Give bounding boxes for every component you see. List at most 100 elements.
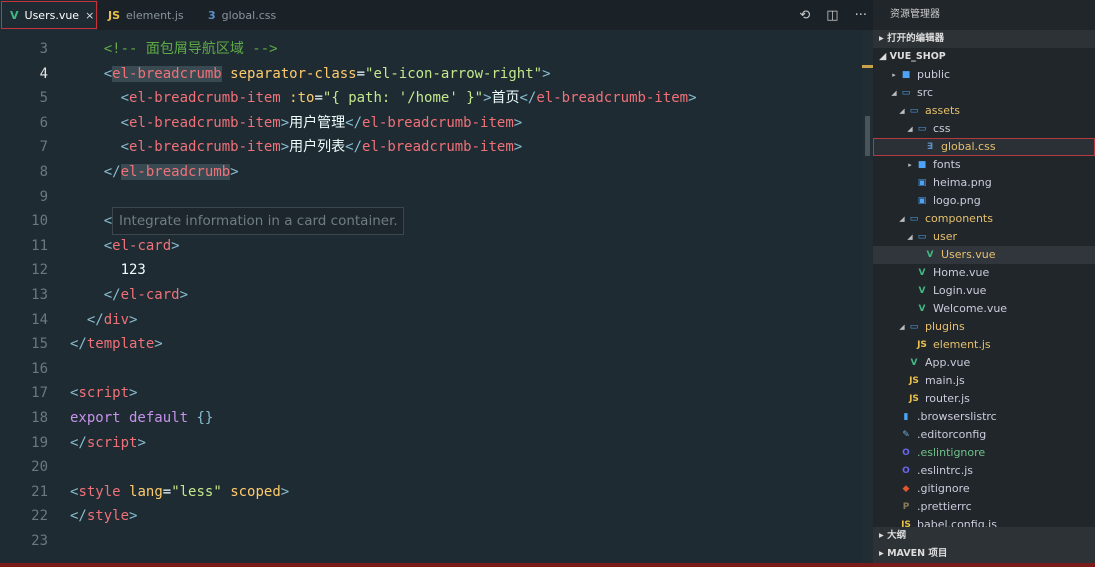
code-token: < — [103, 65, 113, 82]
tab-label: global.css — [221, 8, 277, 22]
code-token: </ — [103, 164, 121, 180]
file-tree-item[interactable]: ◢ ▭ plugins — [873, 318, 1095, 336]
file-tree-item[interactable]: P .prettierrc — [873, 498, 1095, 516]
file-tree-item[interactable]: ◢ ▭ css — [873, 120, 1095, 138]
code-token: el-breadcrumb-item — [129, 139, 281, 156]
scrollbar-thumb[interactable] — [865, 116, 870, 156]
tab-global-css[interactable]: 3 global.css — [198, 0, 298, 30]
code-line: 21 <style lang="less" scoped> — [0, 480, 860, 504]
file-tree-item[interactable]: V Welcome.vue — [873, 300, 1095, 318]
file-tree-item[interactable]: O .eslintrc.js — [873, 462, 1095, 480]
code-token: > — [280, 114, 290, 131]
code-text: <!-- 面包屑导航区域 --> — [104, 37, 278, 61]
file-tree-item[interactable]: ▣ heima.png — [873, 174, 1095, 192]
code-editor[interactable]: 3 <!-- 面包屑导航区域 --> 4 <el-breadcrumb separat… — [0, 30, 862, 563]
file-tree-item[interactable]: JS router.js — [873, 390, 1095, 408]
code-token: > — [513, 139, 523, 156]
file-tree-item[interactable]: V Login.vue — [873, 282, 1095, 300]
code-token: "{ path: '/home' }" — [322, 90, 484, 107]
open-editors-section[interactable]: ▸ 打开的编辑器 — [873, 30, 1095, 48]
file-tree-item[interactable]: ▮ .browserslistrc — [873, 408, 1095, 426]
file-tree-item[interactable]: V App.vue — [873, 354, 1095, 372]
vue-icon: V — [910, 358, 918, 368]
line-number: 3 — [39, 41, 48, 57]
code-token: <!-- 面包屑导航区域 --> — [103, 41, 278, 57]
line-number: 17 — [31, 385, 48, 402]
line-number: 21 — [31, 483, 48, 500]
file-name: heima.png — [933, 176, 992, 189]
file-tree-item[interactable]: ▸ ■ public — [873, 66, 1095, 84]
file-name: .gitignore — [917, 482, 970, 495]
hover-tooltip: Integrate information in a card containe… — [112, 207, 404, 235]
file-tree-item[interactable]: ▸ ■ fonts — [873, 156, 1095, 174]
vue-icon: V — [926, 250, 934, 260]
file-name: public — [917, 68, 951, 81]
code-line: 4 <el-breadcrumb separator-class="el-icon… — [0, 62, 860, 86]
file-name: router.js — [925, 392, 970, 405]
project-section[interactable]: ◢ VUE_SHOP — [873, 48, 1095, 66]
tab-users-vue[interactable]: V Users.vue × — [0, 0, 98, 30]
prettier-icon: P — [902, 502, 910, 512]
tab-element-js[interactable]: JS element.js — [98, 0, 198, 30]
file-tree-item[interactable]: V Home.vue — [873, 264, 1095, 282]
file-tree-item[interactable]: ◆ .gitignore — [873, 480, 1095, 498]
code-token: </ — [519, 90, 537, 107]
file-tree-item[interactable]: O .eslintignore — [873, 444, 1095, 462]
file-tree-item[interactable]: ▣ logo.png — [873, 192, 1095, 210]
more-actions-icon[interactable]: ··· — [855, 8, 867, 23]
split-editor-icon[interactable]: ◫ — [826, 8, 838, 23]
editor-scrollbar[interactable] — [862, 30, 873, 563]
file-tree-item[interactable]: ◢ ▭ src — [873, 84, 1095, 102]
code-text: < — [104, 209, 112, 233]
tab-label: element.js — [126, 8, 184, 22]
file-type-icon: 3 — [208, 8, 216, 22]
file-tree-item[interactable]: V Users.vue — [873, 246, 1095, 264]
file-tree-item[interactable]: ◢ ▭ user — [873, 228, 1095, 246]
close-tab-icon[interactable]: × — [85, 9, 94, 22]
file-name: logo.png — [933, 194, 981, 207]
code-text: </style> — [70, 504, 137, 528]
code-line: 5 <el-breadcrumb-item :to="{ path: '/home… — [0, 86, 860, 110]
code-token: = — [314, 90, 323, 107]
code-token: </ — [70, 336, 87, 353]
folder-open-icon: ▭ — [901, 88, 911, 98]
line-number: 6 — [39, 114, 48, 131]
code-token: > — [129, 311, 138, 328]
code-line: 20 — [0, 455, 860, 479]
code-token: lang — [129, 483, 163, 500]
explorer-sidebar: 资源管理器 ▸ 打开的编辑器 ◢ VUE_SHOP ▸ ■ public ◢ ▭ src ◢… — [873, 0, 1095, 563]
code-token: scoped — [230, 483, 281, 500]
open-editors-label: 打开的编辑器 — [887, 33, 945, 44]
file-name: Welcome.vue — [933, 302, 1008, 315]
file-tree-item[interactable]: ◢ ▭ components — [873, 210, 1095, 228]
code-text: <el-breadcrumb-item>用户列表</el-breadcrumb-… — [121, 135, 523, 159]
code-token: 用户管理 — [289, 114, 346, 131]
code-token: > — [513, 114, 523, 131]
file-name: element.js — [933, 338, 991, 351]
code-token: > — [179, 287, 189, 303]
file-name: .prettierrc — [917, 500, 972, 513]
file-tree-item[interactable]: ✎ .editorconfig — [873, 426, 1095, 444]
maven-section[interactable]: ▸ MAVEN 项目 — [873, 545, 1095, 563]
file-tree-item[interactable]: JS element.js — [873, 336, 1095, 354]
code-token: style — [78, 483, 121, 500]
code-token: el-card — [120, 287, 180, 303]
file-tree-item[interactable]: ◢ ▭ assets — [873, 102, 1095, 120]
outline-section[interactable]: ▸ 大纲 — [873, 527, 1095, 545]
code-token: el-card — [112, 237, 172, 254]
vue-icon: V — [918, 286, 926, 296]
file-tree: ▸ ■ public ◢ ▭ src ◢ ▭ assets ◢ ▭ css ∃ global.css ▸ ■ f… — [873, 66, 1095, 528]
folder-open-icon: ▭ — [909, 322, 919, 332]
file-tree-item[interactable]: ∃ global.css — [873, 138, 1095, 156]
file-tree-item[interactable]: JS main.js — [873, 372, 1095, 390]
chevron-icon: ◢ — [907, 125, 913, 133]
line-number: 4 — [39, 65, 48, 82]
code-line: 3 <!-- 面包屑导航区域 --> — [0, 37, 860, 61]
file-name: global.css — [941, 140, 996, 153]
open-changes-icon[interactable]: ⟲ — [799, 8, 810, 23]
code-text: <el-breadcrumb-item :to="{ path: '/home'… — [121, 86, 697, 110]
code-token: </ — [70, 434, 87, 451]
